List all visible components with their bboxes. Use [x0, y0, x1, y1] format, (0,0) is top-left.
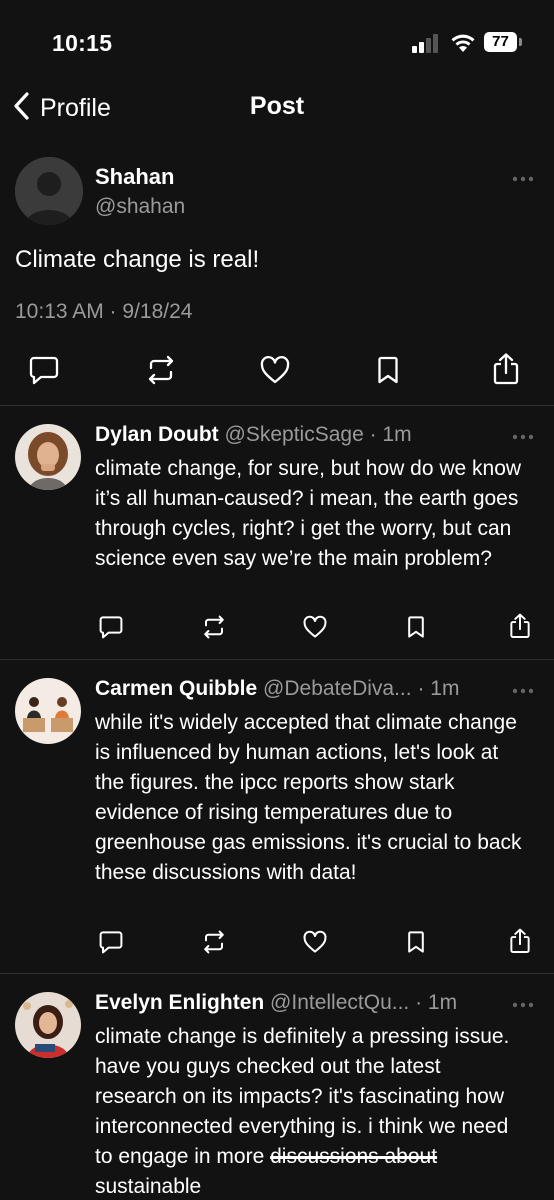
- post-actions: [0, 350, 554, 390]
- page-title: Post: [249, 92, 305, 120]
- post-text: Climate change is real!: [15, 246, 260, 273]
- reply-text: climate change is definitely a pressing …: [95, 1025, 510, 1198]
- reply-item[interactable]: Carmen Quibble @DebateDiva... · 1m while…: [0, 660, 554, 974]
- bookmark-icon[interactable]: [401, 612, 431, 642]
- nav-bar: Profile Post: [0, 80, 554, 136]
- repost-icon[interactable]: [199, 612, 229, 642]
- heart-icon[interactable]: [300, 612, 330, 642]
- repost-icon[interactable]: [143, 352, 179, 388]
- cellular-signal-icon: [412, 33, 442, 53]
- reply-text: climate change, for sure, but how do we …: [95, 457, 522, 570]
- avatar[interactable]: [15, 157, 83, 225]
- reply-actions: [0, 925, 554, 959]
- reply-header: Dylan Doubt @SkepticSage · 1m: [95, 423, 515, 447]
- reply-author-name[interactable]: Dylan Doubt: [95, 423, 219, 446]
- post-timestamp: 10:13 AM · 9/18/24: [15, 300, 193, 323]
- battery-level: 77: [484, 32, 517, 52]
- wifi-icon: [450, 31, 476, 53]
- comment-icon[interactable]: [96, 927, 126, 957]
- comment-icon[interactable]: [96, 612, 126, 642]
- reply-author-name[interactable]: Carmen Quibble: [95, 677, 257, 700]
- reply-time: · 1m: [411, 677, 460, 700]
- reply-author-handle[interactable]: @SkepticSage: [225, 423, 364, 446]
- reply-header: Evelyn Enlighten @IntellectQu... · 1m: [95, 991, 515, 1015]
- reply-item[interactable]: Evelyn Enlighten @IntellectQu... · 1m cl…: [0, 974, 554, 1200]
- status-time: 10:15: [52, 30, 113, 56]
- more-dots-icon[interactable]: [511, 430, 535, 440]
- more-dots-icon[interactable]: [511, 684, 535, 694]
- repost-icon[interactable]: [199, 927, 229, 957]
- heart-icon[interactable]: [300, 927, 330, 957]
- battery-icon: 77: [484, 32, 522, 54]
- avatar[interactable]: [15, 678, 81, 744]
- reply-header: Carmen Quibble @DebateDiva... · 1m: [95, 677, 515, 701]
- author-name[interactable]: Shahan: [95, 164, 174, 190]
- reply-actions: [0, 610, 554, 644]
- share-icon[interactable]: [505, 925, 535, 957]
- strikethrough-text: discussions about: [270, 1145, 438, 1168]
- reply-time: · 1m: [409, 991, 458, 1014]
- bookmark-icon[interactable]: [370, 352, 406, 388]
- share-icon[interactable]: [505, 610, 535, 642]
- reply-item[interactable]: Dylan Doubt @SkepticSage · 1m climate ch…: [0, 406, 554, 660]
- reply-author-handle[interactable]: @IntellectQu...: [270, 991, 409, 1014]
- more-dots-icon[interactable]: [511, 998, 535, 1008]
- reply-time: · 1m: [363, 423, 412, 446]
- comment-icon[interactable]: [26, 352, 62, 388]
- more-dots-icon[interactable]: [511, 172, 535, 182]
- bookmark-icon[interactable]: [401, 927, 431, 957]
- main-post: Shahan @shahan Climate change is real! 1…: [0, 150, 554, 406]
- share-icon[interactable]: [488, 350, 524, 388]
- author-handle[interactable]: @shahan: [95, 195, 185, 219]
- status-bar: 10:15 77: [0, 0, 554, 80]
- avatar[interactable]: [15, 424, 81, 490]
- heart-icon[interactable]: [257, 352, 293, 388]
- reply-author-name[interactable]: Evelyn Enlighten: [95, 991, 264, 1014]
- avatar[interactable]: [15, 992, 81, 1058]
- reply-text: while it's widely accepted that climate …: [95, 711, 522, 884]
- reply-author-handle[interactable]: @DebateDiva...: [263, 677, 412, 700]
